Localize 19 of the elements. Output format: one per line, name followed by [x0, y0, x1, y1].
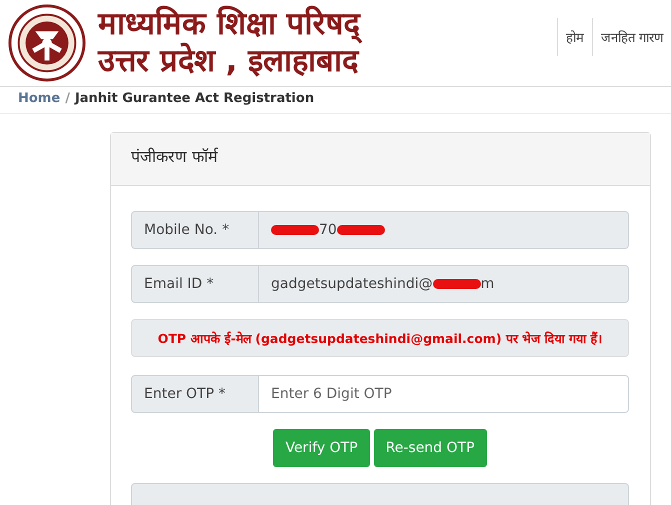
breadcrumb-current: Janhit Gurantee Act Registration [74, 91, 314, 106]
redaction-mark [271, 225, 319, 235]
site-title: माध्यमिक शिक्षा परिषद् [98, 6, 360, 43]
breadcrumb-separator: / [65, 91, 70, 106]
input-field[interactable]: gadgetsupdateshindi@ m [259, 265, 629, 303]
nav-link[interactable]: जनहित गारण [592, 18, 671, 56]
redaction-mark [432, 279, 481, 289]
form-title: पंजीकरण फॉर्म [131, 147, 218, 166]
site-title: उत्तर प्रदेश , इलाहाबाद [98, 43, 360, 80]
emblem-icon [8, 4, 86, 82]
notice-text: OTP आपके ई-मेल (gadgetsupdateshindi@gmail.com) पर भेज दिया गया हैं। [158, 330, 602, 346]
otp-field[interactable]: Enter 6 Digit OTP [259, 375, 629, 413]
field-label: Email ID * [131, 265, 259, 303]
input-field[interactable]: 70 [259, 211, 629, 249]
breadcrumb-link[interactable]: Home [18, 91, 60, 106]
redaction-mark [336, 225, 385, 235]
field-label: Mobile No. * [131, 211, 259, 249]
nav-link[interactable]: होम [556, 18, 592, 56]
field-label: Enter OTP * [131, 375, 259, 413]
